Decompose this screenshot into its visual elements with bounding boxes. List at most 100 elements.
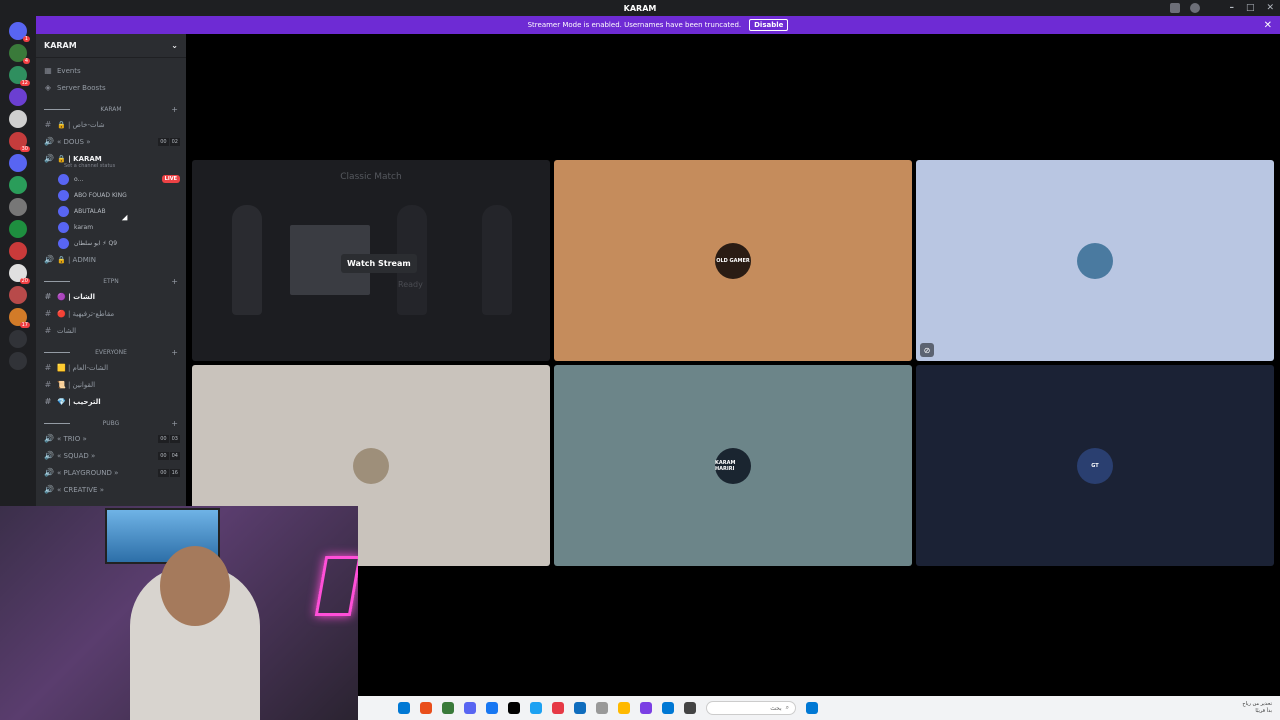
- voice-channel[interactable]: 🔊 « SQUAD » 00 04: [36, 447, 186, 464]
- channel-name: « SQUAD »: [57, 451, 96, 460]
- server-icon[interactable]: 4: [9, 44, 30, 64]
- taskbar-app-icon[interactable]: [464, 702, 476, 714]
- server-header[interactable]: KARAM ⌄: [36, 34, 186, 58]
- server-icon[interactable]: [9, 110, 27, 128]
- count-value: 03: [169, 434, 180, 443]
- server-icon[interactable]: [9, 88, 27, 106]
- server-icon[interactable]: 12: [9, 66, 30, 86]
- maximize-icon[interactable]: □: [1246, 3, 1255, 13]
- server-icon[interactable]: 20: [9, 264, 30, 284]
- server-icon[interactable]: [9, 242, 27, 260]
- mention-badge: 12: [19, 80, 30, 86]
- speaker-icon: 🔊: [44, 485, 54, 494]
- text-channel[interactable]: # 🔴 | مقاطع-ترفيهية: [36, 305, 186, 322]
- category-header[interactable]: EVERYONE: [36, 345, 186, 359]
- disable-button[interactable]: Disable: [749, 19, 789, 31]
- speaker-icon: 🔊: [44, 154, 54, 163]
- help-icon[interactable]: [1190, 3, 1200, 13]
- taskbar-app-icon[interactable]: [684, 702, 696, 714]
- inbox-icon[interactable]: [1170, 3, 1180, 13]
- speaker-icon: 🔊: [44, 137, 54, 146]
- server-icon[interactable]: 30: [9, 132, 30, 152]
- voice-channel[interactable]: 🔊 🔒 | ADMIN: [36, 251, 186, 268]
- avatar: [58, 237, 69, 249]
- voice-user[interactable]: ABO FOUAD KING: [36, 187, 186, 203]
- channel-name: الشات: [57, 326, 77, 335]
- hash-icon: #: [44, 292, 52, 301]
- taskbar-app-icon[interactable]: [640, 702, 652, 714]
- text-channel[interactable]: # 💎 | الترحيب: [36, 393, 186, 410]
- voice-channel[interactable]: 🔊 « CREATIVE »: [36, 481, 186, 498]
- sidebar-item-server-boosts[interactable]: ◈ Server Boosts: [36, 79, 186, 96]
- windows-start-icon[interactable]: [806, 702, 818, 714]
- taskbar-app-icon[interactable]: [442, 702, 454, 714]
- category-name: EVERYONE: [95, 348, 127, 356]
- taskbar-app-icon[interactable]: [530, 702, 542, 714]
- participant-tile[interactable]: ⊘: [916, 160, 1274, 361]
- participant-tile[interactable]: KARAM HARIRI: [554, 365, 912, 566]
- user-limit: 00 02: [158, 137, 180, 146]
- taskbar-app-icon[interactable]: [596, 702, 608, 714]
- text-channel[interactable]: # 🟣 | الشات: [36, 288, 186, 305]
- participant-avatar: GT: [1077, 447, 1113, 484]
- user-name: karam: [74, 223, 94, 231]
- server-icon[interactable]: [9, 330, 27, 348]
- server-icon[interactable]: [9, 286, 27, 304]
- taskbar-app-icon[interactable]: [618, 702, 630, 714]
- channel-name: 🟨 | الشات-العام: [57, 363, 109, 372]
- server-icon[interactable]: 1: [9, 22, 30, 42]
- server-icon[interactable]: [9, 220, 27, 238]
- voice-channel[interactable]: 🔊 « TRIO » 00 03: [36, 430, 186, 447]
- count-value: 00: [158, 434, 169, 443]
- channel-name: 📜 | القوانين: [57, 380, 96, 389]
- voice-user[interactable]: o... LIVE: [36, 171, 186, 187]
- text-channel[interactable]: # 🟨 | الشات-العام: [36, 359, 186, 376]
- channel-sidebar: KARAM ⌄ ▦ Events ◈ Server Boosts KARAM # 🔒 | ش…: [36, 34, 186, 506]
- server-icon[interactable]: [9, 176, 27, 194]
- voice-channel[interactable]: 🔊 🔒 | KARAM: [36, 150, 186, 167]
- sidebar-item-events[interactable]: ▦ Events: [36, 62, 186, 79]
- taskbar-app-icon[interactable]: [508, 702, 520, 714]
- minimize-icon[interactable]: –: [1229, 3, 1234, 13]
- taskbar-app-icon[interactable]: [398, 702, 410, 714]
- channel-name: 🔒 | ADMIN: [57, 255, 97, 264]
- taskbar-search[interactable]: بحث ⌕: [706, 701, 796, 715]
- stream-tile[interactable]: Classic Match Ready Watch Stream: [192, 160, 550, 361]
- voice-user[interactable]: ابو سلطان ⚡ Q9: [36, 235, 186, 251]
- category-header[interactable]: ETPN: [36, 274, 186, 288]
- user-name: o...: [74, 175, 84, 183]
- muted-mic-icon: ⊘: [920, 343, 934, 357]
- server-icon[interactable]: [9, 154, 27, 172]
- taskbar-app-icon[interactable]: [574, 702, 586, 714]
- count-value: 00: [158, 451, 169, 460]
- speaker-icon: 🔊: [44, 468, 54, 477]
- category-header[interactable]: KARAM: [36, 102, 186, 116]
- voice-channel[interactable]: 🔊 « PLAYGROUND » 00 16: [36, 464, 186, 481]
- hash-icon: #: [44, 309, 52, 318]
- close-window-icon[interactable]: ✕: [1266, 3, 1274, 13]
- chevron-down-icon: ⌄: [171, 41, 178, 50]
- taskbar-app-icon[interactable]: [662, 702, 674, 714]
- voice-user[interactable]: ABUTALAB: [36, 203, 186, 219]
- close-icon[interactable]: ✕: [1264, 20, 1272, 31]
- text-channel[interactable]: # الشات: [36, 322, 186, 339]
- server-icon[interactable]: [9, 352, 27, 370]
- tray-line-1: تحذير من رياح: [1242, 701, 1272, 707]
- watch-stream-button[interactable]: Watch Stream: [341, 254, 417, 273]
- user-name: ABO FOUAD KING: [74, 191, 127, 199]
- weather-tray[interactable]: تحذير من رياح بدأ قريبًا: [1242, 701, 1272, 715]
- participant-tile[interactable]: GT: [916, 365, 1274, 566]
- voice-channel[interactable]: 🔊 « DOUS » 00 02: [36, 133, 186, 150]
- taskbar-app-icon[interactable]: [420, 702, 432, 714]
- taskbar-app-icon[interactable]: [486, 702, 498, 714]
- mention-badge: 20: [19, 278, 30, 284]
- text-channel[interactable]: # 📜 | القوانين: [36, 376, 186, 393]
- participant-tile[interactable]: OLD GAMER: [554, 160, 912, 361]
- text-channel[interactable]: # 🔒 | شات-خاص: [36, 116, 186, 133]
- voice-user[interactable]: karam: [36, 219, 186, 235]
- boost-icon: ◈: [44, 83, 52, 92]
- taskbar-app-icon[interactable]: [552, 702, 564, 714]
- server-icon[interactable]: 17: [9, 308, 30, 328]
- server-icon[interactable]: [9, 198, 27, 216]
- category-header[interactable]: PUBG: [36, 416, 186, 430]
